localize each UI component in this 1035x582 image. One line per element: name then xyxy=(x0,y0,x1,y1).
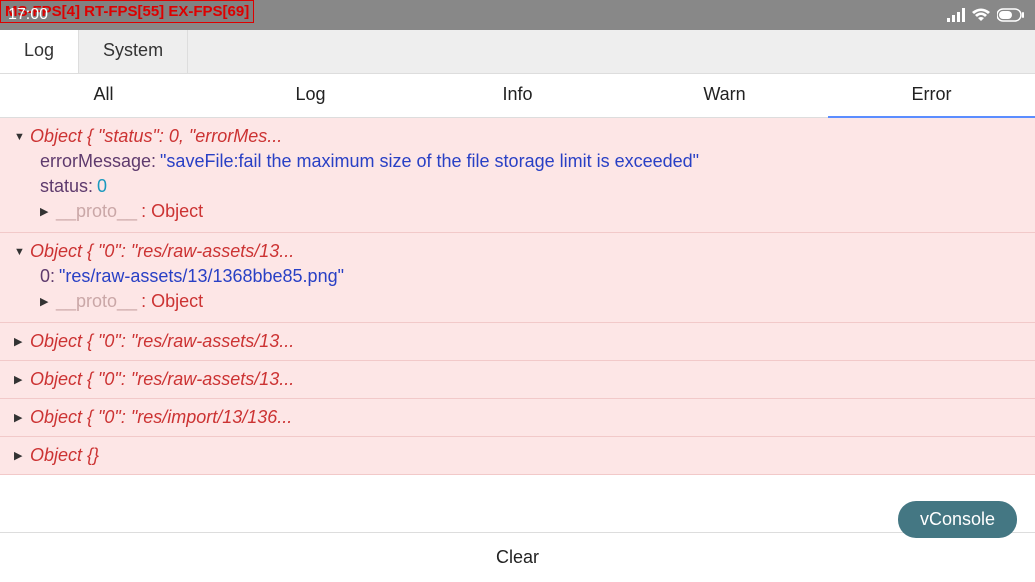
clear-button[interactable]: Clear xyxy=(0,533,1035,582)
signal-icon xyxy=(947,8,965,22)
toggle-icon[interactable] xyxy=(14,411,26,424)
vconsole-button[interactable]: vConsole xyxy=(898,501,1017,538)
prop-key: errorMessage: xyxy=(40,151,156,172)
log-entry[interactable]: Object {} xyxy=(0,437,1035,475)
wifi-icon xyxy=(971,8,991,22)
footer-bar: Clear xyxy=(0,532,1035,582)
log-area[interactable]: Object { "status": 0, "errorMes... error… xyxy=(0,118,1035,532)
prop-value: "saveFile:fail the maximum size of the f… xyxy=(160,151,699,172)
prop-key: status: xyxy=(40,176,93,197)
object-header: Object { "0": "res/import/13/136... xyxy=(30,407,292,428)
status-bar: MS-FPS[4] RT-FPS[55] EX-FPS[69] 17:00 xyxy=(0,0,1035,30)
battery-icon xyxy=(997,8,1025,22)
toggle-icon[interactable] xyxy=(14,373,26,386)
log-entry[interactable]: Object { "0": "res/raw-assets/13... 0: "… xyxy=(0,233,1035,323)
toggle-icon[interactable] xyxy=(40,205,52,218)
tab-log[interactable]: Log xyxy=(0,30,79,73)
log-entry[interactable]: Object { "0": "res/raw-assets/13... xyxy=(0,361,1035,399)
top-tabs: Log System xyxy=(0,30,1035,74)
log-entry[interactable]: Object { "0": "res/import/13/136... xyxy=(0,399,1035,437)
object-header: Object { "0": "res/raw-assets/13... xyxy=(30,331,294,352)
filter-all[interactable]: All xyxy=(0,74,207,117)
object-header: Object { "0": "res/raw-assets/13... xyxy=(30,369,294,390)
status-time: 17:00 xyxy=(8,6,48,24)
filter-warn[interactable]: Warn xyxy=(621,74,828,117)
toggle-icon[interactable] xyxy=(14,246,26,258)
filter-log[interactable]: Log xyxy=(207,74,414,117)
proto-value: : Object xyxy=(141,201,203,222)
proto-value: : Object xyxy=(141,291,203,312)
toggle-icon[interactable] xyxy=(40,295,52,308)
prop-value: "res/raw-assets/13/1368bbe85.png" xyxy=(59,266,344,287)
proto-key: __proto__ xyxy=(56,201,137,222)
filter-tabs: All Log Info Warn Error xyxy=(0,74,1035,118)
log-entry[interactable]: Object { "0": "res/raw-assets/13... xyxy=(0,323,1035,361)
toggle-icon[interactable] xyxy=(14,131,26,143)
toggle-icon[interactable] xyxy=(14,335,26,348)
status-icons xyxy=(947,8,1025,22)
tab-system[interactable]: System xyxy=(79,30,188,73)
object-header: Object {} xyxy=(30,445,99,466)
filter-error[interactable]: Error xyxy=(828,74,1035,117)
filter-info[interactable]: Info xyxy=(414,74,621,117)
log-entry[interactable]: Object { "status": 0, "errorMes... error… xyxy=(0,118,1035,233)
toggle-icon[interactable] xyxy=(14,449,26,462)
prop-value: 0 xyxy=(97,176,107,197)
object-header: Object { "status": 0, "errorMes... xyxy=(30,126,282,147)
proto-key: __proto__ xyxy=(56,291,137,312)
prop-key: 0: xyxy=(40,266,55,287)
object-header: Object { "0": "res/raw-assets/13... xyxy=(30,241,294,262)
